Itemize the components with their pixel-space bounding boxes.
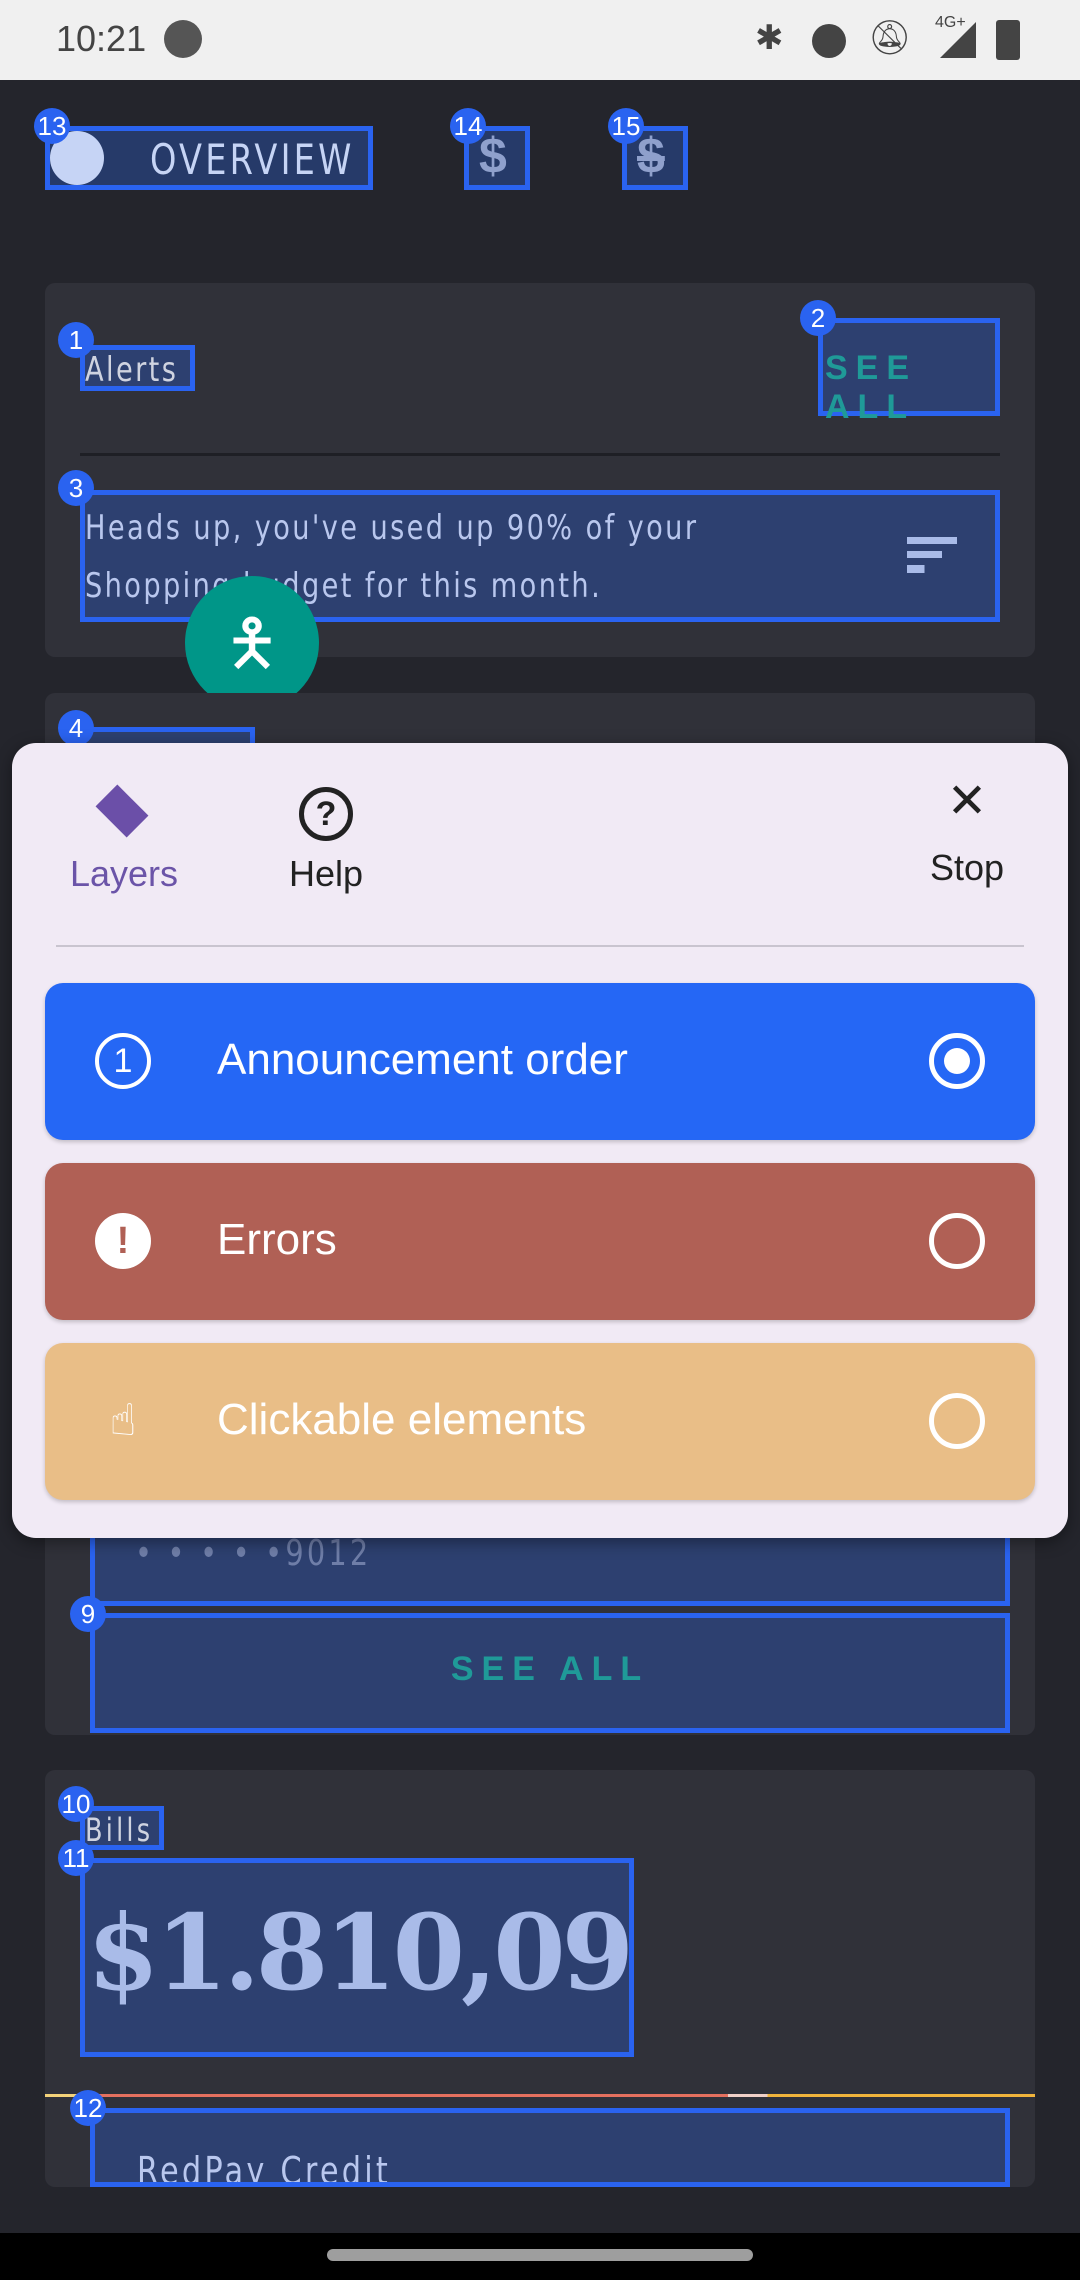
accessibility-icon: 🯅 [223,607,281,679]
accessibility-fab[interactable]: 🯅 [185,576,319,710]
clock: 10:21 [56,18,147,59]
help-icon: ? [299,787,353,841]
alerts-title: Alerts [85,350,179,390]
stop-button[interactable]: ✕ Stop [878,773,1056,888]
option-label: Announcement order [217,1035,628,1084]
dollar-icon: $ [479,128,507,184]
option-label: Clickable elements [217,1395,587,1444]
status-bar: 10:21 ✱ 🔕︎ 4G+ [0,0,1080,80]
badge: 11 [58,1840,94,1876]
badge: 1 [58,322,94,358]
bills-title: Bills [85,1811,154,1849]
tab-help[interactable]: ? Help [234,773,418,894]
divider [56,945,1024,947]
battery-charging-icon [996,20,1020,60]
alerts-title-box: Alerts [80,345,195,391]
bills-amount: $1.810,09 [87,1891,634,2014]
badge: 4 [58,710,94,746]
badge: 2 [800,300,836,336]
tab-label: OVERVIEW [150,135,355,184]
bluetooth-icon: ✱ [755,19,784,57]
accessibility-scanner-panel: Layers ? Help ✕ Stop 1 Announcement orde… [12,743,1068,1538]
bill-item[interactable]: RedPay Credit [90,2108,1010,2187]
pointer-hand-icon: ☝︎ [109,1396,137,1445]
bills-title-box: Bills [80,1806,164,1850]
navigation-bar [0,2233,1080,2280]
signal-icon [940,22,976,58]
error-icon: ! [95,1213,151,1269]
bills-progress-bar [45,2094,1035,2097]
bill-name: RedPay Credit [137,2149,392,2187]
option-announcement-order[interactable]: 1 Announcement order [45,983,1035,1140]
app-notification-icon [164,20,202,58]
badge: 10 [58,1786,94,1822]
radio-unselected[interactable] [929,1393,985,1449]
number-one-icon: 1 [95,1033,151,1089]
layers-icon [95,784,149,838]
option-clickable-elements[interactable]: ☝︎ Clickable elements [45,1343,1035,1500]
see-all-label: SEE ALL [825,349,918,426]
accounts-see-all-button[interactable]: SEE ALL [90,1613,1010,1733]
account-mask: • • • • •9012 [135,1533,372,1574]
divider [80,453,1000,456]
badge: 9 [70,1596,106,1632]
tab-layers[interactable]: Layers [32,773,216,894]
tab-overview[interactable]: OVERVIEW [45,126,373,190]
stop-label: Stop [929,847,1005,888]
do-not-disturb-icon [812,24,846,58]
dollar-off-icon: $ [637,128,665,184]
home-handle[interactable] [327,2249,753,2261]
badge: 12 [70,2090,106,2126]
option-label: Errors [217,1215,337,1264]
badge: 3 [58,470,94,506]
badge: 15 [608,108,644,144]
alerts-see-all-button[interactable]: SEE ALL [818,318,1000,426]
alert-message: Heads up, you've used up 90% of your Sho… [85,508,699,606]
badge: 14 [450,108,486,144]
tab-label: Help [288,853,364,894]
sort-icon [907,537,957,573]
close-icon: ✕ [946,775,988,828]
see-all-label: SEE ALL [450,1650,650,1688]
bills-amount-box: $1.810,09 [80,1858,634,2057]
radio-unselected[interactable] [929,1213,985,1269]
badge: 13 [34,108,70,144]
option-errors[interactable]: ! Errors [45,1163,1035,1320]
notifications-off-icon: 🔕︎ [868,19,912,57]
tab-label: Layers [69,853,179,894]
radio-selected[interactable] [929,1033,985,1089]
